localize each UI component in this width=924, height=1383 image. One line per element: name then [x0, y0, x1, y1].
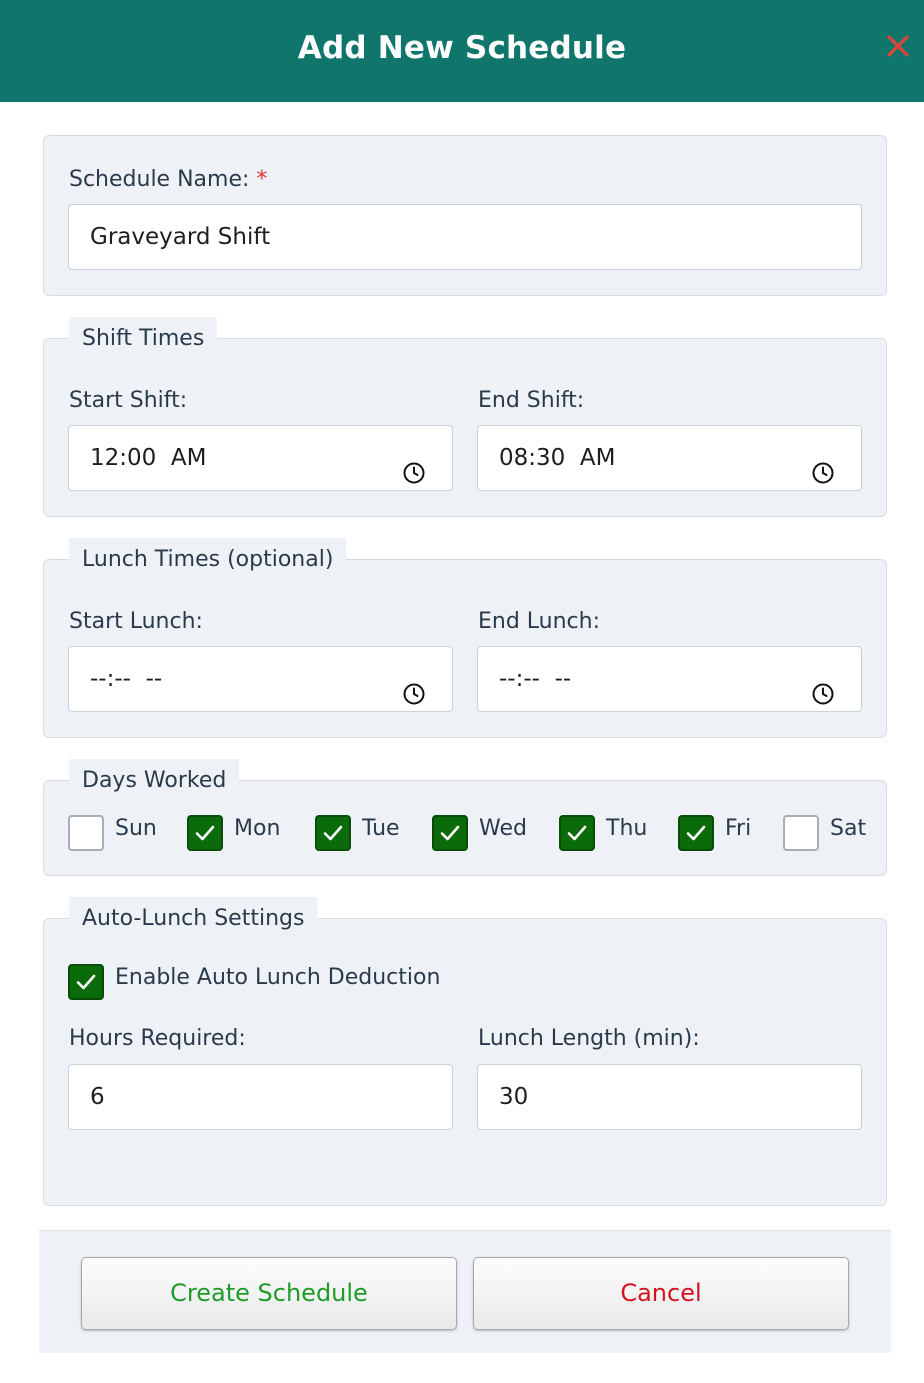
day-sat-checkbox[interactable]	[783, 815, 819, 851]
day-thu-checkbox[interactable]	[559, 815, 595, 851]
schedule-name-input[interactable]: Graveyard Shift	[68, 204, 862, 270]
day-mon-label: Mon	[234, 816, 281, 841]
start-lunch-input[interactable]: --:-- --	[68, 646, 453, 712]
check-icon	[686, 825, 706, 841]
day-tue-label: Tue	[362, 816, 400, 841]
schedule-name-panel: Schedule Name: * Graveyard Shift	[43, 135, 887, 296]
day-sun-checkbox[interactable]	[68, 815, 104, 851]
cancel-button[interactable]: Cancel	[473, 1257, 849, 1330]
end-lunch-input[interactable]: --:-- --	[477, 646, 862, 712]
day-wed-checkbox[interactable]	[432, 815, 468, 851]
dialog-header: Add New Schedule	[0, 0, 924, 102]
start-shift-label: Start Shift:	[69, 388, 188, 413]
day-tue-checkbox[interactable]	[315, 815, 351, 851]
required-marker: *	[256, 167, 268, 192]
day-wed-label: Wed	[479, 816, 527, 841]
dialog-footer: Create Schedule Cancel	[39, 1230, 891, 1353]
close-icon[interactable]	[886, 34, 910, 58]
start-shift-value: 12:00 AM	[90, 445, 207, 471]
lunch-length-input[interactable]: 30	[477, 1064, 862, 1130]
end-shift-value: 08:30 AM	[499, 445, 616, 471]
day-fri-checkbox[interactable]	[678, 815, 714, 851]
end-lunch-label: End Lunch:	[478, 609, 601, 634]
lunch-times-panel: Lunch Times (optional) Start Lunch: End …	[43, 538, 887, 738]
check-icon	[440, 825, 460, 841]
auto-lunch-legend: Auto-Lunch Settings	[69, 897, 318, 941]
clock-icon[interactable]	[811, 667, 835, 705]
start-lunch-label: Start Lunch:	[69, 609, 203, 634]
hours-required-label: Hours Required:	[69, 1026, 246, 1051]
schedule-name-label-text: Schedule Name:	[69, 167, 250, 192]
day-mon-checkbox[interactable]	[187, 815, 223, 851]
create-schedule-button[interactable]: Create Schedule	[81, 1257, 457, 1330]
clock-icon[interactable]	[402, 667, 426, 705]
day-sun-label: Sun	[115, 816, 157, 841]
shift-times-legend: Shift Times	[69, 317, 218, 361]
check-icon	[76, 974, 96, 990]
enable-auto-lunch-checkbox[interactable]	[68, 964, 104, 1000]
end-lunch-value: --:-- --	[499, 666, 572, 692]
hours-required-input[interactable]: 6	[68, 1064, 453, 1130]
clock-icon[interactable]	[811, 446, 835, 484]
check-icon	[323, 825, 343, 841]
enable-auto-lunch-label: Enable Auto Lunch Deduction	[115, 965, 441, 990]
day-thu-label: Thu	[606, 816, 648, 841]
dialog-title: Add New Schedule	[297, 30, 627, 66]
day-sat-label: Sat	[830, 816, 867, 841]
end-shift-label: End Shift:	[478, 388, 585, 413]
day-fri-label: Fri	[725, 816, 752, 841]
check-icon	[567, 825, 587, 841]
auto-lunch-panel: Auto-Lunch Settings Enable Auto Lunch De…	[43, 897, 887, 1206]
check-icon	[195, 825, 215, 841]
lunch-times-legend: Lunch Times (optional)	[69, 538, 347, 582]
end-shift-input[interactable]: 08:30 AM	[477, 425, 862, 491]
clock-icon[interactable]	[402, 446, 426, 484]
start-shift-input[interactable]: 12:00 AM	[68, 425, 453, 491]
lunch-length-label: Lunch Length (min):	[478, 1026, 700, 1051]
days-worked-panel: Days Worked Sun Mon Tue Wed Thu Fri Sat	[43, 759, 887, 876]
days-worked-legend: Days Worked	[69, 759, 240, 803]
start-lunch-value: --:-- --	[90, 666, 163, 692]
shift-times-panel: Shift Times Start Shift: End Shift: 12:0…	[43, 317, 887, 517]
schedule-name-label: Schedule Name: *	[69, 167, 267, 192]
